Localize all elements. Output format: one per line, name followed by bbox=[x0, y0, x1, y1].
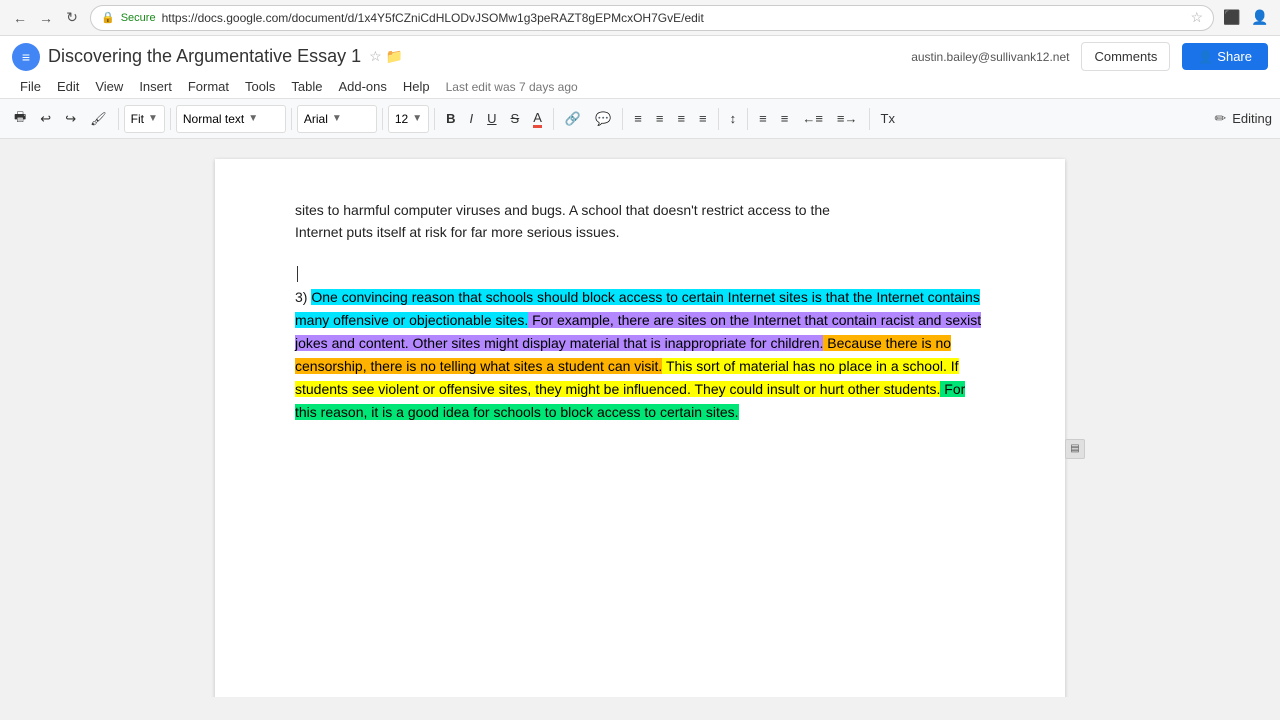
title-icons: ☆ 📁 bbox=[369, 48, 403, 65]
paint-format-button[interactable]: 🖌 bbox=[84, 104, 113, 134]
share-button[interactable]: 👤 Share bbox=[1182, 43, 1268, 70]
editing-badge: ✏ Editing bbox=[1215, 110, 1272, 127]
share-label: Share bbox=[1217, 49, 1252, 64]
menu-edit[interactable]: Edit bbox=[49, 75, 87, 98]
comment-side-icon[interactable]: ▤ bbox=[1065, 439, 1085, 459]
address-bar[interactable]: 🔒 Secure https://docs.google.com/documen… bbox=[90, 5, 1214, 31]
style-dropdown[interactable]: Normal text ▼ bbox=[176, 105, 286, 133]
divider-9 bbox=[747, 108, 748, 130]
menu-file[interactable]: File bbox=[12, 75, 49, 98]
share-icon: 👤 bbox=[1198, 50, 1213, 64]
print-button[interactable]: 🖶 bbox=[8, 104, 32, 134]
menu-insert[interactable]: Insert bbox=[131, 75, 180, 98]
paragraph-3-number: 3) bbox=[295, 289, 311, 305]
font-size-label: 12 bbox=[395, 112, 408, 126]
style-label: Normal text bbox=[183, 112, 244, 126]
menu-help[interactable]: Help bbox=[395, 75, 438, 98]
browser-chrome: ← → ↻ 🔒 Secure https://docs.google.com/d… bbox=[0, 0, 1280, 36]
menu-view[interactable]: View bbox=[87, 75, 131, 98]
font-label: Arial bbox=[304, 112, 328, 126]
partial-paragraph: sites to harmful computer viruses and bu… bbox=[295, 199, 985, 244]
refresh-button[interactable]: ↻ bbox=[60, 6, 84, 30]
underline-button[interactable]: U bbox=[481, 104, 502, 134]
highlight-a-label: A bbox=[533, 110, 542, 128]
star-icon[interactable]: ☆ bbox=[369, 48, 382, 65]
toolbar: 🖶 ↩ ↪ 🖌 Fit ▼ Normal text ▼ Arial ▼ 12 ▼… bbox=[0, 99, 1280, 139]
menu-tools[interactable]: Tools bbox=[237, 75, 283, 98]
zoom-label: Fit bbox=[131, 112, 144, 126]
bookmark-icon[interactable]: ☆ bbox=[1190, 9, 1203, 26]
align-right-button[interactable]: ≡ bbox=[671, 104, 691, 134]
paragraph-3[interactable]: 3) One convincing reason that schools sh… bbox=[295, 286, 985, 425]
pencil-icon: ✏ bbox=[1215, 110, 1227, 127]
back-button[interactable]: ← bbox=[8, 6, 32, 30]
partial-line2: Internet puts itself at risk for far mor… bbox=[295, 224, 619, 240]
secure-label: Secure bbox=[121, 12, 156, 24]
secure-icon: 🔒 bbox=[101, 11, 115, 24]
hamburger-menu[interactable]: ≡ bbox=[12, 43, 40, 71]
browser-actions: ⬛ 👤 bbox=[1220, 6, 1272, 30]
divider-3 bbox=[291, 108, 292, 130]
divider-5 bbox=[434, 108, 435, 130]
highlight-button[interactable]: A bbox=[527, 104, 548, 134]
menu-row: File Edit View Insert Format Tools Table… bbox=[12, 75, 1268, 98]
last-edit-text: Last edit was 7 days ago bbox=[446, 80, 578, 94]
divider-2 bbox=[170, 108, 171, 130]
document-page: sites to harmful computer viruses and bu… bbox=[215, 159, 1065, 697]
header-right: austin.bailey@sullivank12.net Comments 👤… bbox=[911, 42, 1268, 71]
align-center-button[interactable]: ≡ bbox=[650, 104, 670, 134]
document-area[interactable]: sites to harmful computer viruses and bu… bbox=[0, 139, 1280, 697]
divider-10 bbox=[869, 108, 870, 130]
docs-header: ≡ Discovering the Argumentative Essay 1 … bbox=[0, 36, 1280, 99]
align-left-button[interactable]: ≡ bbox=[628, 104, 648, 134]
user-email: austin.bailey@sullivank12.net bbox=[911, 50, 1069, 64]
extensions-button[interactable]: ⬛ bbox=[1220, 6, 1244, 30]
divider-8 bbox=[718, 108, 719, 130]
partial-line1: sites to harmful computer viruses and bu… bbox=[295, 202, 830, 218]
style-chevron: ▼ bbox=[248, 113, 258, 124]
unordered-list-button[interactable]: ≡ bbox=[775, 104, 795, 134]
italic-button[interactable]: I bbox=[464, 104, 480, 134]
zoom-chevron: ▼ bbox=[148, 113, 158, 124]
font-size-dropdown[interactable]: 12 ▼ bbox=[388, 105, 429, 133]
editing-label: Editing bbox=[1232, 111, 1272, 126]
title-row: ≡ Discovering the Argumentative Essay 1 … bbox=[12, 42, 1268, 71]
cursor-area[interactable] bbox=[295, 262, 985, 286]
bold-button[interactable]: B bbox=[440, 104, 461, 134]
font-dropdown[interactable]: Arial ▼ bbox=[297, 105, 377, 133]
redo-button[interactable]: ↪ bbox=[59, 104, 82, 134]
profile-button[interactable]: 👤 bbox=[1248, 6, 1272, 30]
line-spacing-button[interactable]: ↕ bbox=[724, 104, 743, 134]
folder-icon[interactable]: 📁 bbox=[386, 48, 403, 65]
align-justify-button[interactable]: ≡ bbox=[693, 104, 713, 134]
indent-decrease-button[interactable]: ←≡ bbox=[796, 104, 829, 134]
ordered-list-button[interactable]: ≡ bbox=[753, 104, 773, 134]
menu-format[interactable]: Format bbox=[180, 75, 237, 98]
document-title[interactable]: Discovering the Argumentative Essay 1 bbox=[48, 46, 361, 67]
divider-6 bbox=[553, 108, 554, 130]
strikethrough-button[interactable]: S bbox=[505, 104, 526, 134]
comments-button[interactable]: Comments bbox=[1081, 42, 1170, 71]
forward-button[interactable]: → bbox=[34, 6, 58, 30]
zoom-dropdown[interactable]: Fit ▼ bbox=[124, 105, 165, 133]
clear-format-button[interactable]: Tx bbox=[875, 104, 901, 134]
indent-increase-button[interactable]: ≡→ bbox=[831, 104, 864, 134]
undo-button[interactable]: ↩ bbox=[34, 104, 57, 134]
text-cursor bbox=[297, 266, 298, 282]
divider-4 bbox=[382, 108, 383, 130]
menu-addons[interactable]: Add-ons bbox=[330, 75, 394, 98]
divider-1 bbox=[118, 108, 119, 130]
nav-buttons: ← → ↻ bbox=[8, 6, 84, 30]
font-size-chevron: ▼ bbox=[412, 113, 422, 124]
comment-button[interactable]: 💬 bbox=[589, 104, 617, 134]
font-chevron: ▼ bbox=[332, 113, 342, 124]
link-button[interactable]: 🔗 bbox=[559, 104, 587, 134]
menu-table[interactable]: Table bbox=[283, 75, 330, 98]
url-text: https://docs.google.com/document/d/1x4Y5… bbox=[162, 11, 704, 25]
divider-7 bbox=[622, 108, 623, 130]
